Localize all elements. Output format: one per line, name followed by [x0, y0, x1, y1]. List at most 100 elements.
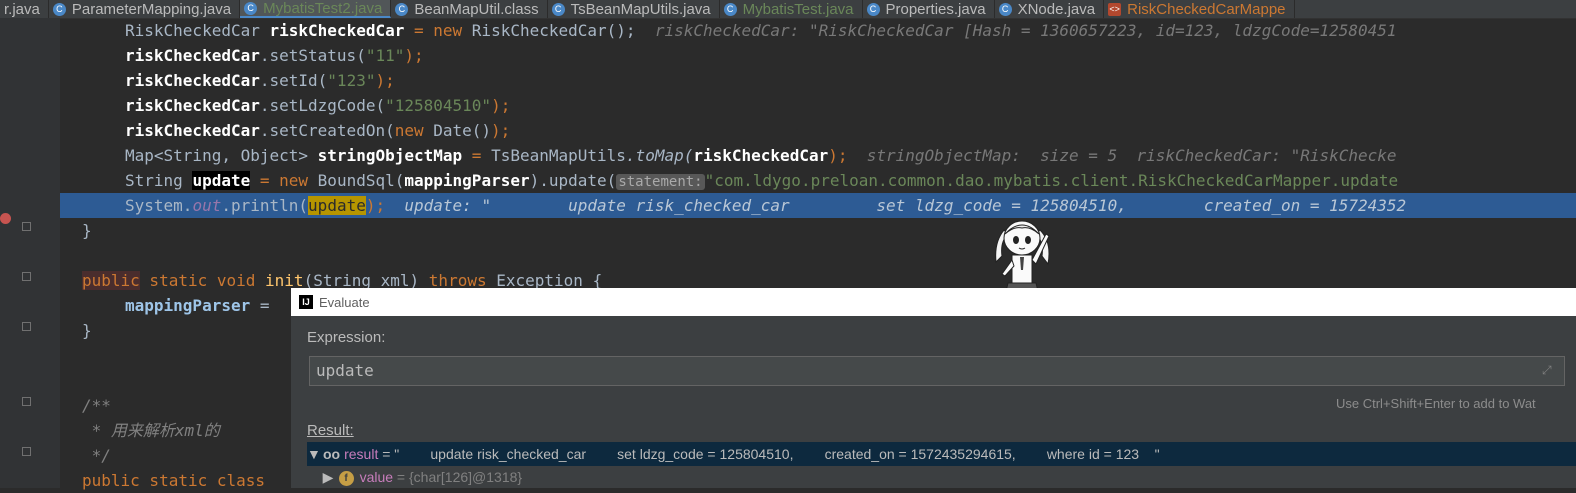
token: }: [82, 321, 92, 340]
field-value: = {char[126]@1318}: [393, 469, 523, 485]
token: "11": [365, 46, 405, 65]
tab-label: MybatisTest.java: [742, 0, 854, 18]
inline-debug-value: riskCheckedCar: "RiskCheckedCar [Hash = …: [654, 21, 1397, 40]
token: .setId(: [259, 71, 328, 90]
result-label: Result:: [307, 422, 354, 439]
execution-line: System.out.println(update); update: " up…: [60, 193, 1576, 218]
tab-2[interactable]: C MybatisTest2.java: [240, 0, 392, 18]
fold-icon[interactable]: [22, 322, 31, 331]
token: static void: [139, 271, 266, 290]
token: */: [82, 446, 111, 465]
evaluate-dialog: IJ Evaluate Expression: update ⤢ Use Ctr…: [291, 288, 1576, 488]
token: "123": [327, 71, 376, 90]
tab-label: MybatisTest2.java: [263, 0, 383, 17]
token: riskCheckedCar: [125, 71, 260, 90]
editor-gutter: [0, 18, 60, 488]
tab-label: TsBeanMapUtils.java: [570, 0, 711, 18]
token: public: [82, 271, 140, 290]
tab-label: XNode.java: [1017, 0, 1096, 18]
code-line: }: [82, 218, 1576, 243]
parameter-hint: statement:: [616, 174, 705, 190]
field-icon: f: [338, 470, 354, 486]
code-line: String update = new BoundSql(mappingPars…: [125, 168, 1576, 193]
token: .setLdzgCode(: [259, 96, 386, 115]
dialog-title-bar[interactable]: IJ Evaluate: [291, 288, 1576, 316]
token: * 用来解析xml的: [82, 421, 220, 440]
token: mappingParser: [404, 171, 530, 190]
result-tree-row[interactable]: ▼ oo result = " update risk_checked_car se…: [307, 442, 1576, 466]
token: /**: [82, 396, 111, 415]
tab-label: r.java: [4, 0, 40, 18]
collapse-triangle-icon[interactable]: ▼: [307, 442, 323, 466]
fold-icon[interactable]: [22, 272, 31, 281]
class-icon: C: [998, 2, 1012, 16]
token: BoundSql(: [317, 171, 405, 190]
code-line: Map<String, Object> stringObjectMap = Ts…: [125, 143, 1576, 168]
tab-6[interactable]: C Properties.java: [863, 0, 995, 18]
token: );: [404, 46, 424, 65]
tab-4[interactable]: C TsBeanMapUtils.java: [548, 0, 720, 18]
code-line: riskCheckedCar.setLdzgCode("125804510");: [125, 93, 1576, 118]
token: .toMap(: [625, 146, 694, 165]
token: mappingParser: [125, 296, 251, 315]
shortcut-hint: Use Ctrl+Shift+Enter to add to Wat: [1336, 396, 1536, 411]
token: update: [192, 171, 251, 190]
watch-glasses-icon: oo: [323, 446, 341, 462]
token: =: [462, 146, 492, 165]
token: update: [308, 196, 366, 215]
tab-3[interactable]: C BeanMapUtil.class: [391, 0, 548, 18]
class-icon: C: [551, 2, 565, 16]
token: new: [394, 121, 434, 140]
token: new: [433, 21, 472, 40]
token: System.: [125, 196, 193, 215]
expression-input[interactable]: update ⤢: [309, 356, 1565, 386]
tab-label: Properties.java: [885, 0, 986, 18]
value-tree-row[interactable]: ▶ f value = {char[126]@1318}: [307, 466, 1576, 488]
token: );: [375, 71, 395, 90]
expand-triangle-icon[interactable]: ▶: [323, 466, 339, 488]
token: );: [491, 96, 511, 115]
dialog-title: Evaluate: [319, 294, 370, 310]
tab-5[interactable]: C MybatisTest.java: [720, 0, 863, 18]
breakpoint-icon[interactable]: [0, 213, 11, 224]
token: riskCheckedCar: [125, 96, 260, 115]
class-icon: C: [395, 2, 409, 16]
tab-1[interactable]: C ParameterMapping.java: [49, 0, 241, 18]
tab-7[interactable]: C XNode.java: [995, 0, 1105, 18]
field-name: value: [359, 469, 394, 485]
class-icon: C: [52, 2, 66, 16]
xml-icon: <>: [1108, 2, 1122, 16]
tab-label: BeanMapUtil.class: [414, 0, 539, 18]
token: .setStatus(: [259, 46, 366, 65]
fold-icon[interactable]: [22, 447, 31, 456]
token: out: [192, 196, 222, 215]
tab-0[interactable]: r.java: [0, 0, 49, 18]
token: =: [404, 21, 434, 40]
token: );: [365, 196, 386, 215]
token: "125804510": [385, 96, 492, 115]
fold-icon[interactable]: [22, 222, 31, 231]
fold-icon[interactable]: [22, 397, 31, 406]
class-icon: C: [244, 1, 258, 15]
class-icon: C: [866, 2, 880, 16]
expand-editor-icon[interactable]: ⤢: [1542, 364, 1554, 376]
token: );: [828, 146, 848, 165]
token: .setCreatedOn(: [259, 121, 395, 140]
token: RiskCheckedCar();: [471, 21, 636, 40]
tab-label: RiskCheckedCarMappe: [1127, 0, 1286, 18]
expression-value: update: [316, 361, 374, 380]
token: =: [250, 171, 280, 190]
token: ).update(: [529, 171, 617, 190]
inline-debug-value: stringObjectMap: size = 5 riskCheckedCar…: [866, 146, 1397, 165]
tab-8[interactable]: <> RiskCheckedCarMappe: [1104, 0, 1295, 18]
token: TsBeanMapUtils: [491, 146, 626, 165]
token: "com.ldygo.preloan.common.dao.mybatis.cl…: [704, 171, 1399, 190]
editor-tab-bar: r.java C ParameterMapping.java C MybatisTest…: [0, 0, 1576, 19]
code-line: RiskCheckedCar riskCheckedCar = new Risk…: [125, 18, 1576, 43]
token: riskCheckedCar: [125, 46, 260, 65]
result-name: result: [344, 446, 379, 462]
token: Date(): [433, 121, 492, 140]
token: stringObjectMap: [317, 146, 463, 165]
token: Map<String, Object>: [125, 146, 318, 165]
expression-label: Expression:: [307, 329, 386, 346]
